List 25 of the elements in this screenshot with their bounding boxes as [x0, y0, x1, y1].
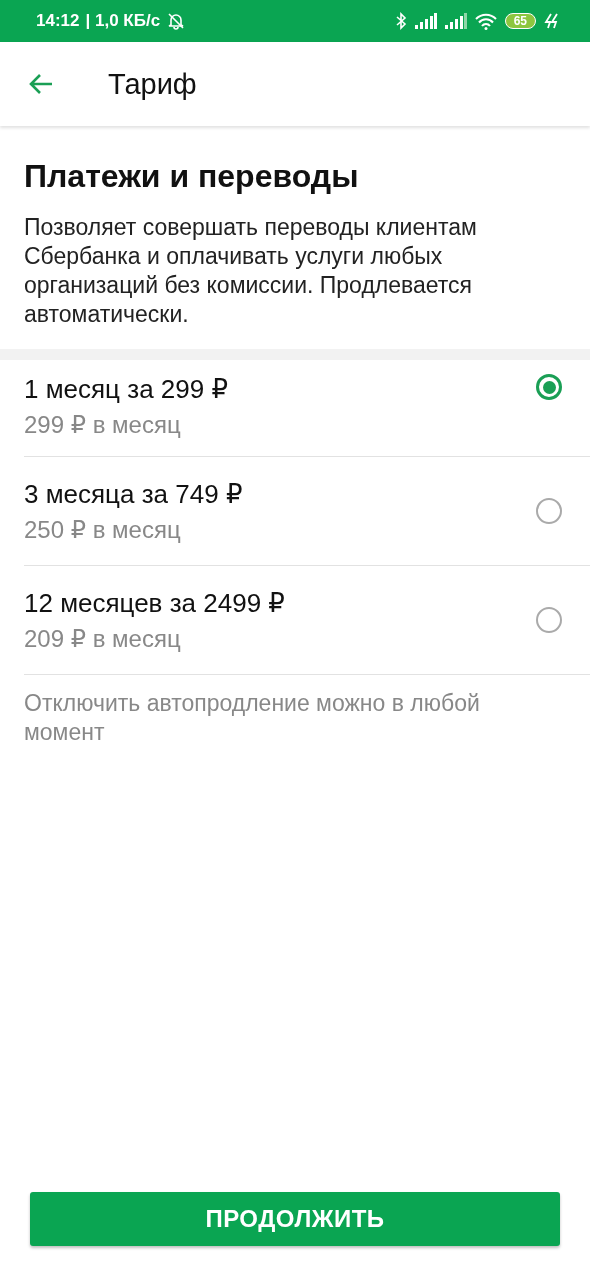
radio-button[interactable]: [536, 374, 562, 400]
radio-button[interactable]: [536, 498, 562, 524]
option-price: 209 ₽ в месяц: [24, 624, 182, 653]
network-speed: | 1,0 КБ/с: [85, 11, 161, 31]
option-title: 3 месяца за 749 ₽: [24, 478, 243, 510]
option-price: 299 ₽ в месяц: [24, 411, 182, 439]
signal-icon: [444, 13, 467, 29]
plan-option[interactable]: 12 месяцев за 2499 ₽ 209 ₽ в месяц: [24, 566, 590, 675]
charging-icon: [544, 13, 560, 29]
clock: 14:12: [36, 11, 80, 31]
back-arrow-icon: [28, 73, 54, 95]
battery-indicator: 65: [504, 13, 536, 29]
screen-title: Тариф: [108, 67, 197, 101]
wifi-icon: [474, 12, 497, 30]
plan-option[interactable]: 3 месяца за 749 ₽ 250 ₽ в месяц: [24, 457, 590, 566]
radio-button[interactable]: [536, 607, 562, 633]
plan-option[interactable]: 1 месяц за 299 ₽ 299 ₽ в месяц: [24, 360, 590, 457]
signal-icon: [414, 13, 437, 29]
option-price: 250 ₽ в месяц: [24, 515, 182, 544]
plan-description: Позволяет совершать переводы клиентам Сбербанка и оплачивать услуги любых организаций без комиссии. Продлевается автоматически.: [24, 213, 478, 329]
option-title: 1 месяц за 299 ₽: [24, 374, 228, 405]
plan-heading: Платежи и переводы: [24, 158, 360, 195]
bluetooth-icon: [394, 12, 407, 30]
autorenew-note: Отключить автопродление можно в любой момент: [24, 689, 481, 747]
option-title: 12 месяцев за 2499 ₽: [24, 587, 285, 619]
